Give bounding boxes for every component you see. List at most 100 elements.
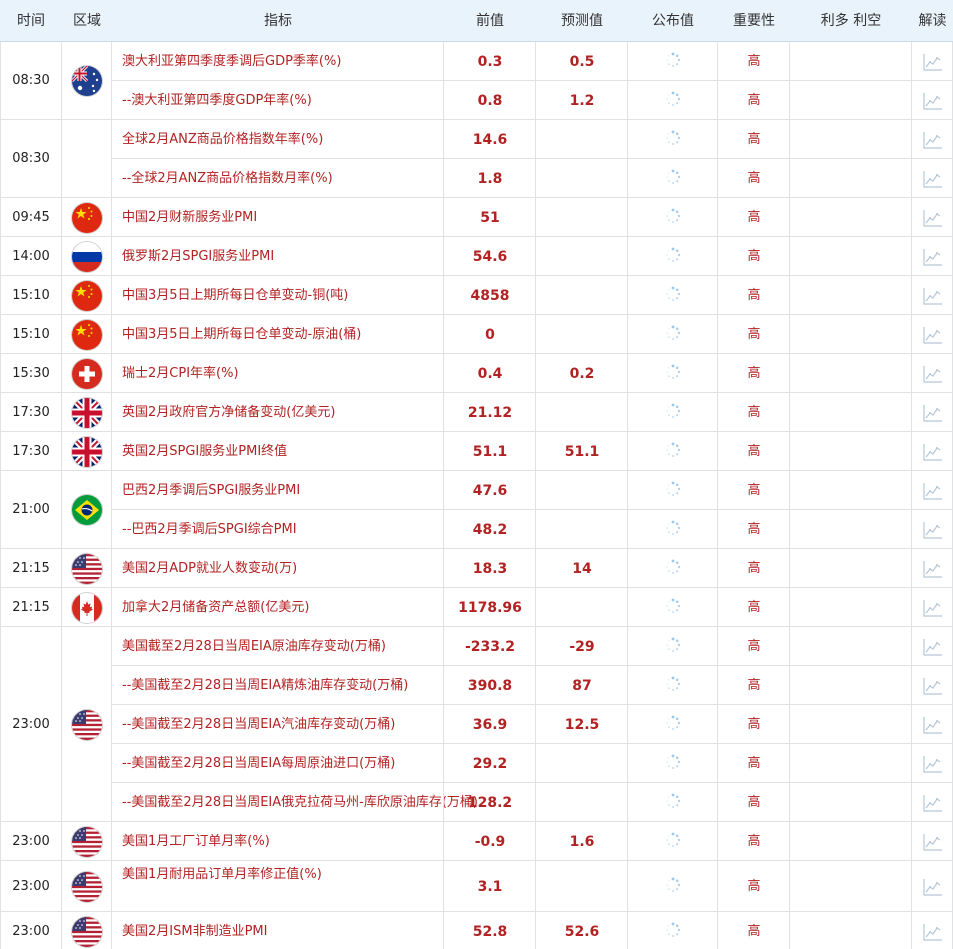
indicator-name[interactable]: 美国2月ADP就业人数变动(万)	[122, 558, 440, 580]
indicator-name[interactable]: 全球2月ANZ商品价格指数年率(%)	[122, 129, 440, 151]
analysis-chart-icon[interactable]	[923, 53, 943, 71]
indicator-name[interactable]: 俄罗斯2月SPGI服务业PMI	[122, 246, 440, 268]
analysis-chart-icon[interactable]	[923, 326, 943, 344]
brazil-flag	[72, 495, 102, 525]
indicator-name[interactable]: 中国3月5日上期所每日仓单变动-原油(桶)	[122, 324, 440, 346]
loading-spinner-icon	[665, 286, 681, 302]
economic-calendar-table: 时间 区域 指标 前值 预测值 公布值 重要性 利多 利空 解读 澳大利亚第四季…	[0, 0, 953, 949]
importance-label: 高	[747, 248, 761, 264]
indicator-name[interactable]: 中国3月5日上期所每日仓单变动-铜(吨)	[122, 285, 440, 307]
loading-spinner-icon	[665, 481, 681, 497]
indicator-name[interactable]: 美国2月ISM非制造业PMI	[122, 921, 440, 943]
forecast-value: -29	[569, 638, 595, 655]
previous-value: 390.8	[467, 677, 513, 694]
loading-spinner-icon	[665, 364, 681, 380]
forecast-value: 87	[572, 677, 592, 694]
forecast-value: 14	[572, 560, 592, 577]
previous-value: 48.2	[472, 521, 508, 538]
analysis-chart-icon[interactable]	[923, 170, 943, 188]
canada-flag	[72, 592, 102, 623]
indicator-name[interactable]: 美国截至2月28日当周EIA原油库存变动(万桶)	[122, 636, 440, 658]
analysis-chart-icon[interactable]	[923, 599, 943, 617]
forecast-value: 1.6	[569, 833, 595, 850]
previous-value: 0.4	[477, 365, 503, 382]
loading-spinner-icon	[665, 715, 681, 731]
importance-label: 高	[747, 833, 761, 849]
indicator-name[interactable]: 加拿大2月储备资产总额(亿美元)	[122, 597, 440, 619]
previous-value: 36.9	[472, 716, 508, 733]
analysis-chart-icon[interactable]	[923, 677, 943, 695]
importance-label: 高	[747, 92, 761, 108]
indicator-name[interactable]: --美国截至2月28日当周EIA汽油库存变动(万桶)	[122, 714, 440, 736]
forecast-value: 0.2	[569, 365, 595, 382]
analysis-chart-icon[interactable]	[923, 638, 943, 656]
analysis-chart-icon[interactable]	[923, 560, 943, 578]
indicator-name[interactable]: 美国1月工厂订单月率(%)	[122, 831, 440, 853]
analysis-chart-icon[interactable]	[923, 755, 943, 773]
indicator-name[interactable]: --美国截至2月28日当周EIA每周原油进口(万桶)	[122, 753, 440, 775]
event-time: 21:15	[12, 599, 50, 615]
importance-label: 高	[747, 53, 761, 69]
indicator-name[interactable]: 瑞士2月CPI年率(%)	[122, 363, 440, 385]
previous-value: 54.6	[472, 248, 508, 265]
forecast-value: 1.2	[569, 92, 595, 109]
analysis-chart-icon[interactable]	[923, 404, 943, 422]
loading-spinner-icon	[665, 520, 681, 536]
loading-spinner-icon	[665, 598, 681, 614]
indicator-name[interactable]: 中国2月财新服务业PMI	[122, 207, 440, 229]
indicator-name[interactable]: --巴西2月季调后SPGI综合PMI	[122, 519, 440, 541]
previous-value: 21.12	[467, 404, 513, 421]
analysis-chart-icon[interactable]	[923, 833, 943, 851]
loading-spinner-icon	[665, 169, 681, 185]
header-actual: 公布值	[652, 13, 694, 29]
analysis-chart-icon[interactable]	[923, 521, 943, 539]
analysis-chart-icon[interactable]	[923, 92, 943, 110]
analysis-chart-icon[interactable]	[923, 482, 943, 500]
header-forecast: 预测值	[561, 13, 603, 29]
indicator-name[interactable]: 澳大利亚第四季度季调后GDP季率(%)	[122, 51, 440, 73]
us-flag	[72, 916, 102, 947]
loading-spinner-icon	[665, 754, 681, 770]
analysis-chart-icon[interactable]	[923, 287, 943, 305]
importance-label: 高	[747, 326, 761, 342]
analysis-chart-icon[interactable]	[923, 923, 943, 941]
loading-spinner-icon	[665, 877, 681, 893]
loading-spinner-icon	[665, 403, 681, 419]
analysis-chart-icon[interactable]	[923, 248, 943, 266]
loading-spinner-icon	[665, 130, 681, 146]
russia-flag	[72, 241, 102, 272]
indicator-name[interactable]: 美国1月耐用品订单月率修正值(%)	[122, 864, 440, 886]
us-flag	[72, 709, 102, 740]
indicator-name[interactable]: --美国截至2月28日当周EIA精炼油库存变动(万桶)	[122, 675, 440, 697]
header-impact: 利多 利空	[820, 13, 882, 29]
indicator-name[interactable]: --美国截至2月28日当周EIA俄克拉荷马州-库欣原油库存(万桶)	[122, 792, 478, 814]
analysis-chart-icon[interactable]	[923, 131, 943, 149]
importance-label: 高	[747, 170, 761, 186]
event-time: 09:45	[12, 209, 50, 225]
importance-label: 高	[747, 287, 761, 303]
indicator-name[interactable]: 英国2月政府官方净储备变动(亿美元)	[122, 402, 440, 424]
previous-value: 0	[485, 326, 495, 343]
analysis-chart-icon[interactable]	[923, 365, 943, 383]
indicator-name[interactable]: --澳大利亚第四季度GDP年率(%)	[122, 90, 440, 112]
analysis-chart-icon[interactable]	[923, 209, 943, 227]
importance-label: 高	[747, 923, 761, 939]
previous-value: -233.2	[464, 638, 516, 655]
indicator-name[interactable]: --全球2月ANZ商品价格指数月率(%)	[122, 168, 440, 190]
header-importance: 重要性	[733, 13, 775, 29]
china-flag	[72, 202, 102, 233]
indicator-name[interactable]: 英国2月SPGI服务业PMI终值	[122, 441, 440, 463]
previous-value: 0.8	[477, 92, 503, 109]
importance-label: 高	[747, 677, 761, 693]
us-flag	[72, 826, 102, 857]
analysis-chart-icon[interactable]	[923, 443, 943, 461]
analysis-chart-icon[interactable]	[923, 878, 943, 896]
loading-spinner-icon	[665, 247, 681, 263]
indicator-name[interactable]: 巴西2月季调后SPGI服务业PMI	[122, 480, 440, 502]
analysis-chart-icon[interactable]	[923, 794, 943, 812]
australia-flag	[72, 66, 102, 96]
analysis-chart-icon[interactable]	[923, 716, 943, 734]
loading-spinner-icon	[665, 52, 681, 68]
loading-spinner-icon	[665, 325, 681, 341]
forecast-value: 52.6	[564, 923, 600, 940]
